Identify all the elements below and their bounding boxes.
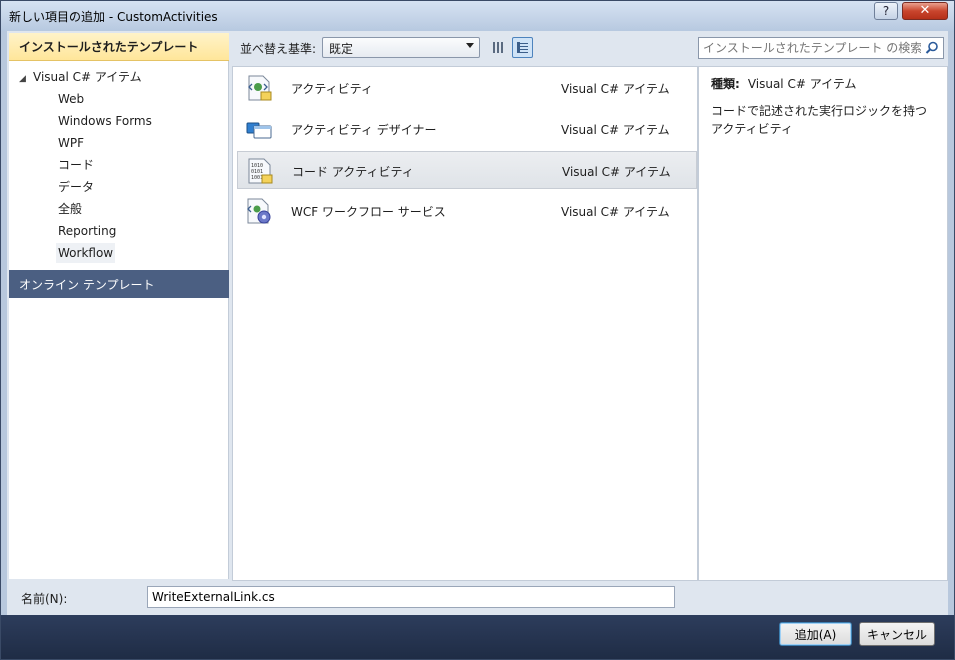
tree-item-data[interactable]: データ <box>56 177 96 197</box>
add-button[interactable]: 追加(A) <box>779 622 852 646</box>
tree-item-web[interactable]: Web <box>56 89 86 109</box>
template-name: アクティビティ <box>291 82 373 96</box>
template-type: Visual C# アイテム <box>561 82 670 96</box>
name-row: 名前(N): <box>7 581 948 615</box>
template-name: アクティビティ デザイナー <box>291 123 437 137</box>
expand-arrow-icon[interactable]: ◢ <box>19 69 33 89</box>
list-item[interactable]: WCF ワークフロー サービス Visual C# アイテム <box>237 192 697 230</box>
list-item[interactable]: 1010 0101 1001 コード アクティビティ Visual C# アイテ… <box>237 151 697 189</box>
tree-root-visual-csharp[interactable]: ◢ Visual C# アイテム <box>19 67 142 87</box>
template-name: コード アクティビティ <box>292 165 414 179</box>
template-name: WCF ワークフロー サービス <box>291 205 446 219</box>
search-box[interactable] <box>698 37 944 59</box>
tree-root-label: Visual C# アイテム <box>33 70 142 84</box>
tree-item-code[interactable]: コード <box>56 155 96 175</box>
dialog-window: 新しい項目の追加 - CustomActivities ? ✕ インストールされ… <box>0 0 955 660</box>
name-input[interactable] <box>147 586 675 608</box>
tree-item-wpf[interactable]: WPF <box>56 133 86 153</box>
chevron-down-icon <box>466 43 474 48</box>
sort-select[interactable]: 既定 <box>322 37 480 58</box>
sort-toolbar: 並べ替え基準: 既定 <box>232 31 698 63</box>
tree-item-windows-forms[interactable]: Windows Forms <box>56 111 154 131</box>
online-templates-header[interactable]: オンライン テンプレート <box>9 270 229 298</box>
search-input[interactable] <box>703 40 921 56</box>
grid-view-icon <box>493 42 504 53</box>
detail-description: コードで記述された実行ロジックを持つアクティビティ <box>711 104 928 136</box>
activity-icon <box>248 75 272 101</box>
tree-item-general[interactable]: 全般 <box>56 199 84 219</box>
activity-designer-icon <box>246 122 272 139</box>
details-panel: 種類: Visual C# アイテム コードで記述された実行ロジックを持つアクティ… <box>698 31 948 581</box>
small-icons-view-button[interactable] <box>488 37 509 58</box>
list-view-icon <box>517 42 528 53</box>
title-bar: 新しい項目の追加 - CustomActivities ? ✕ <box>1 1 954 31</box>
template-type: Visual C# アイテム <box>561 205 670 219</box>
template-details: 種類: Visual C# アイテム コードで記述された実行ロジックを持つアクティ… <box>698 66 948 581</box>
list-view-button[interactable] <box>512 37 533 58</box>
svg-text:1001: 1001 <box>251 175 263 181</box>
installed-templates-header[interactable]: インストールされたテンプレート <box>9 33 229 61</box>
sort-label: 並べ替え基準: <box>240 42 317 56</box>
help-button[interactable]: ? <box>874 2 898 20</box>
dialog-content: インストールされたテンプレート ◢ Visual C# アイテム Web Wind… <box>7 31 948 581</box>
name-label: 名前(N): <box>21 592 68 606</box>
code-activity-icon: 1010 0101 1001 <box>248 158 273 184</box>
button-bar: 追加(A) キャンセル <box>1 615 954 659</box>
window-title: 新しい項目の追加 - CustomActivities <box>9 10 218 24</box>
list-item[interactable]: アクティビティ Visual C# アイテム <box>237 69 697 107</box>
tree-item-workflow[interactable]: Workflow <box>56 243 116 263</box>
category-panel: インストールされたテンプレート ◢ Visual C# アイテム Web Wind… <box>9 33 229 579</box>
tree-item-reporting[interactable]: Reporting <box>56 221 118 241</box>
list-item[interactable]: アクティビティ デザイナー Visual C# アイテム <box>237 110 697 148</box>
template-type: Visual C# アイテム <box>562 165 671 179</box>
wcf-workflow-icon <box>247 198 271 224</box>
template-list: アクティビティ Visual C# アイテム アクティビティ デザイナー Vis… <box>232 66 698 581</box>
search-icon[interactable] <box>925 41 939 55</box>
detail-type-value: Visual C# アイテム <box>747 77 857 91</box>
detail-type-row: 種類: Visual C# アイテム <box>711 75 935 92</box>
sort-value: 既定 <box>329 42 354 56</box>
template-type: Visual C# アイテム <box>561 123 670 137</box>
cancel-button[interactable]: キャンセル <box>859 622 935 646</box>
close-button[interactable]: ✕ <box>902 2 948 20</box>
template-panel: 並べ替え基準: 既定 アクティビティ Visual C# アイテム アクティビテ… <box>232 31 698 581</box>
detail-type-label: 種類: <box>711 77 740 91</box>
